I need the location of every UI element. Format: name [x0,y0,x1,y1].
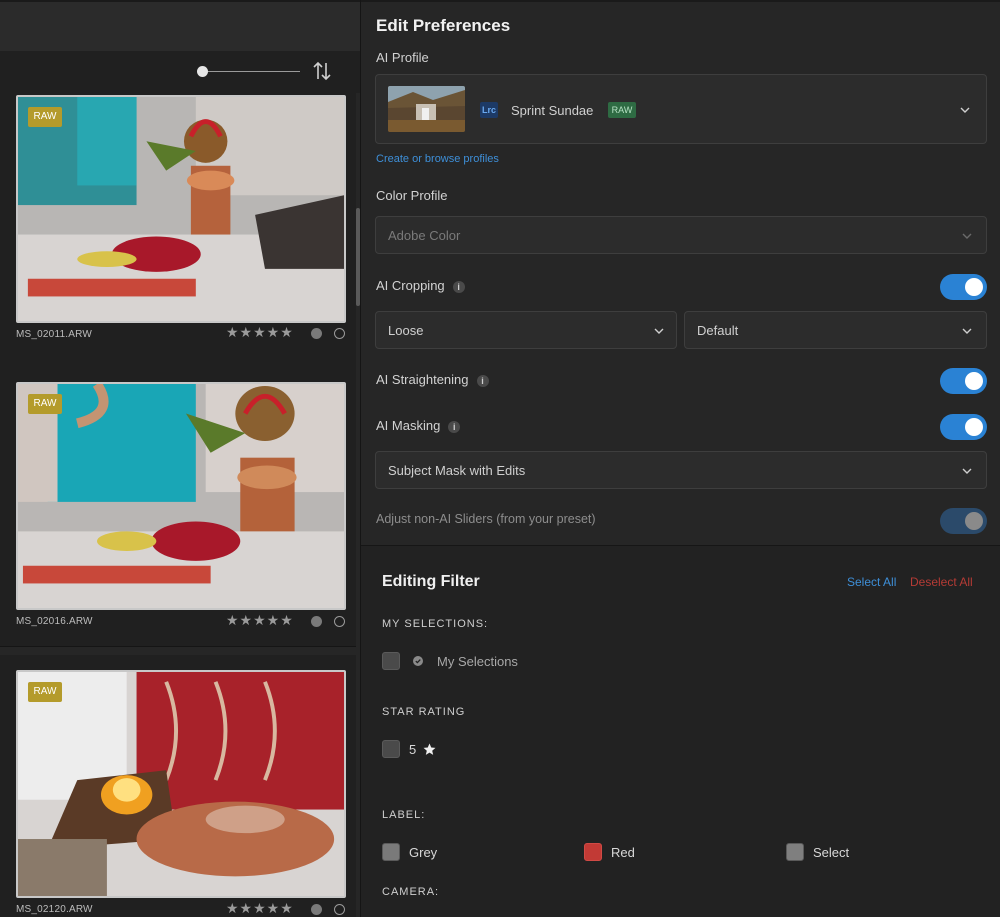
chevron-down-icon [962,233,972,239]
my-selections-heading: MY SELECTIONS: [382,618,489,630]
photo-thumbnail[interactable]: RAW [16,382,346,610]
cropping-ratio-select[interactable]: Default [684,311,987,349]
non-ai-sliders-toggle[interactable] [940,508,987,534]
panel-title: Edit Preferences [376,16,511,35]
select-ring[interactable] [334,616,345,627]
label-grey-text: Grey [409,845,438,860]
color-profile-label: Color Profile [376,188,448,203]
ai-profile-label: AI Profile [376,50,429,65]
star-rating[interactable]: ★★★★★ [226,324,294,341]
label-select-text: Select [813,845,850,860]
label-red-checkbox[interactable] [584,843,602,861]
label-select-checkbox[interactable] [786,843,804,861]
select-ring[interactable] [334,328,345,339]
masking-mode-select[interactable]: Subject Mask with Edits [375,451,987,489]
masking-mode-value: Subject Mask with Edits [388,463,526,478]
profile-thumbnail [388,86,465,132]
label-red-text: Red [611,845,635,860]
cropping-mode-value: Loose [388,323,424,338]
create-browse-profiles-link[interactable]: Create or browse profiles [376,153,499,165]
non-ai-sliders-label: Adjust non-AI Sliders (from your preset) [376,512,596,526]
star-rating[interactable]: ★★★★★ [226,900,294,917]
color-label-dot[interactable] [311,616,322,627]
photo-card[interactable]: RAW MS_02120.ARW ★★★★★ [0,655,356,917]
grid-header [0,0,361,51]
file-name: MS_02011.ARW [16,329,92,340]
raw-badge: RAW [28,682,62,702]
deselect-all-link[interactable]: Deselect All [910,575,973,589]
my-selections-text: My Selections [437,654,518,669]
label-heading: LABEL: [382,809,426,821]
editing-filter-section: Editing Filter Select All Deselect All M… [361,546,1000,917]
photo-image [18,384,344,608]
star-rating-checkbox[interactable] [382,740,400,758]
file-name: MS_02120.ARW [16,904,93,915]
ai-cropping-label-text: AI Cropping [376,278,445,293]
ai-straightening-toggle[interactable] [940,368,987,394]
ai-straightening-label-text: AI Straightening [376,372,469,387]
ai-masking-label-text: AI Masking [376,418,441,433]
info-icon[interactable]: i [448,420,461,433]
ai-masking-toggle[interactable] [940,414,987,440]
color-profile-select[interactable]: Adobe Color [375,216,987,254]
photo-image [18,672,344,896]
cropping-mode-select[interactable]: Loose [375,311,677,349]
ai-profile-select[interactable]: Lrc Sprint Sundae RAW [375,74,987,144]
cropping-ratio-value: Default [697,323,739,338]
photo-card[interactable]: RAW MS_02016.ARW ★★★★★ [0,367,356,647]
my-selections-checkbox[interactable] [382,652,400,670]
label-grey-checkbox[interactable] [382,843,400,861]
info-icon[interactable]: i [476,374,489,387]
raw-badge: RAW [608,102,636,118]
check-circle-icon [413,656,423,666]
editing-filter-title: Editing Filter [382,573,480,590]
color-label-dot[interactable] [311,328,322,339]
star-rating-value: 5 [409,742,417,757]
camera-heading: CAMERA: [382,886,440,898]
ai-masking-label: AI Masking i [376,418,461,433]
raw-badge: RAW [28,394,62,414]
photo-card[interactable]: RAW MS_02011.ARW ★★★★★ [0,93,356,373]
raw-badge: RAW [28,107,62,127]
star-icon [423,743,436,755]
chevron-down-icon [962,468,972,474]
file-name: MS_02016.ARW [16,616,93,627]
thumbnail-size-slider-track[interactable] [202,71,300,72]
star-rating[interactable]: ★★★★★ [226,612,294,629]
sort-icon[interactable] [312,60,332,82]
photo-thumbnail[interactable]: RAW [16,670,346,898]
lightroom-badge: Lrc [480,102,498,118]
ai-straightening-label: AI Straightening i [376,372,489,387]
color-profile-value: Adobe Color [388,228,461,243]
photo-grid-panel: RAW MS_02011.ARW ★★★★★ RAW MS_02016.ARW … [0,0,361,917]
select-ring[interactable] [334,904,345,915]
grid-toolbar [0,51,361,93]
star-rating-heading: STAR RATING [382,706,466,718]
photo-thumbnail[interactable]: RAW [16,95,346,323]
info-icon[interactable]: i [452,280,465,293]
chevron-down-icon [962,328,972,334]
thumbnail-size-slider-handle[interactable] [197,66,208,77]
ai-cropping-label: AI Cropping i [376,278,465,293]
select-all-link[interactable]: Select All [847,575,896,589]
chevron-down-icon [654,328,664,334]
photo-image [18,97,344,321]
profile-name: Sprint Sundae [511,103,594,118]
ai-cropping-toggle[interactable] [940,274,987,300]
chevron-down-icon [960,107,970,113]
color-label-dot[interactable] [311,904,322,915]
edit-preferences-panel: Edit Preferences AI Profile Lrc Sprint S… [361,0,1000,917]
